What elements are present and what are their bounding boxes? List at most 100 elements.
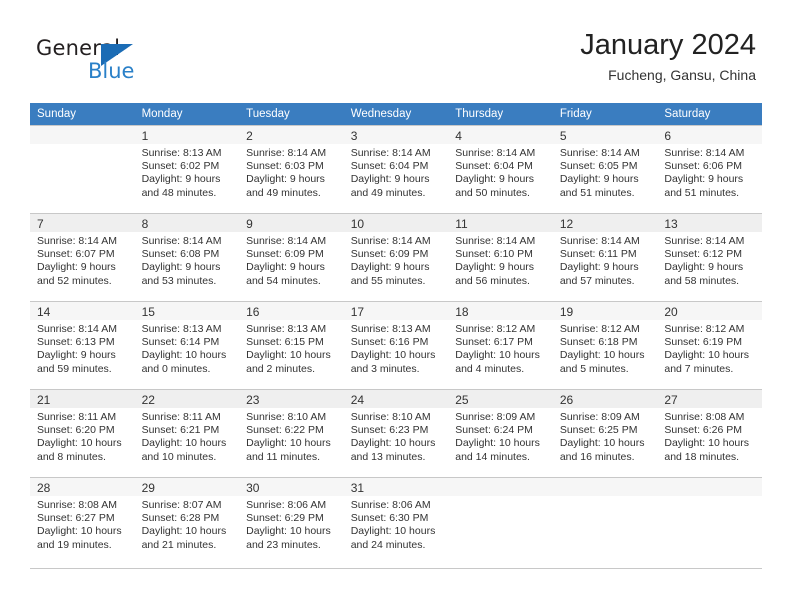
day-detail-line: Sunset: 6:16 PM bbox=[350, 336, 429, 349]
day-detail-line: and 49 minutes. bbox=[350, 186, 426, 199]
day-number-bar: 25 bbox=[448, 390, 553, 408]
day-number: 24 bbox=[350, 393, 365, 407]
day-number-bar: 22 bbox=[134, 390, 240, 408]
day-cell-13[interactable]: 13 Sunrise: 8:14 AM Sunset: 6:12 PM Dayligh… bbox=[657, 213, 762, 301]
calendar-cell bbox=[30, 125, 135, 213]
day-cell-11[interactable]: 11 Sunrise: 8:14 AM Sunset: 6:10 PM Dayligh… bbox=[448, 213, 553, 301]
day-number: 23 bbox=[246, 393, 260, 407]
day-cell-1[interactable]: 1 Sunrise: 8:13 AM Sunset: 6:02 PM Daylight… bbox=[134, 125, 240, 213]
day-cell-details: Sunrise: 8:14 AM Sunset: 6:07 PM Daylight:… bbox=[30, 232, 135, 288]
day-cell-4[interactable]: 4 Sunrise: 8:14 AM Sunset: 6:04 PM Daylight… bbox=[448, 125, 553, 213]
day-number: 19 bbox=[559, 305, 574, 319]
day-cell-details: Sunrise: 8:12 AM Sunset: 6:19 PM Daylight:… bbox=[657, 320, 762, 376]
day-detail-line: Sunset: 6:17 PM bbox=[455, 336, 533, 349]
day-detail-line: and 5 minutes. bbox=[559, 362, 629, 375]
day-cell-19[interactable]: 19 Sunrise: 8:12 AM Sunset: 6:18 PM Dayligh… bbox=[552, 301, 658, 389]
day-detail-line: Sunrise: 8:06 AM bbox=[350, 499, 431, 511]
day-cell-24[interactable]: 24 Sunrise: 8:10 AM Sunset: 6:23 PM Dayligh… bbox=[343, 389, 449, 477]
day-number: 29 bbox=[141, 481, 155, 495]
day-number-bar bbox=[552, 478, 658, 496]
day-detail-line: Daylight: 9 hours bbox=[246, 173, 325, 186]
calendar-cell: 5 Sunrise: 8:14 AM Sunset: 6:05 PM Daylight… bbox=[552, 125, 658, 213]
day-detail-line: Sunset: 6:30 PM bbox=[350, 512, 429, 525]
day-detail-line: Sunset: 6:10 PM bbox=[455, 248, 533, 261]
calendar-cell bbox=[552, 477, 658, 565]
day-cell-details: Sunrise: 8:10 AM Sunset: 6:22 PM Daylight:… bbox=[239, 408, 344, 464]
day-detail-line: Sunset: 6:02 PM bbox=[141, 160, 220, 173]
calendar-cell: 11 Sunrise: 8:14 AM Sunset: 6:10 PM Dayligh… bbox=[448, 213, 553, 301]
day-detail-line: Daylight: 10 hours bbox=[37, 525, 122, 538]
day-cell-16[interactable]: 16 Sunrise: 8:13 AM Sunset: 6:15 PM Dayligh… bbox=[239, 301, 344, 389]
day-cell-3[interactable]: 3 Sunrise: 8:14 AM Sunset: 6:04 PM Daylight… bbox=[343, 125, 449, 213]
calendar-cell: 2 Sunrise: 8:14 AM Sunset: 6:03 PM Daylight… bbox=[239, 125, 344, 213]
weekday-header-sunday: Sunday bbox=[30, 103, 135, 125]
calendar-cell: 24 Sunrise: 8:10 AM Sunset: 6:23 PM Dayligh… bbox=[343, 389, 449, 477]
calendar-cell: 25 Sunrise: 8:09 AM Sunset: 6:24 PM Dayligh… bbox=[448, 389, 553, 477]
page-title: January 2024 bbox=[580, 29, 756, 61]
calendar-cell: 31 Sunrise: 8:06 AM Sunset: 6:30 PM Dayligh… bbox=[343, 477, 449, 565]
day-cell-17[interactable]: 17 Sunrise: 8:13 AM Sunset: 6:16 PM Dayligh… bbox=[343, 301, 449, 389]
day-cell-details: Sunrise: 8:07 AM Sunset: 6:28 PM Daylight:… bbox=[135, 496, 240, 552]
day-cell-10[interactable]: 10 Sunrise: 8:14 AM Sunset: 6:09 PM Dayligh… bbox=[343, 213, 449, 301]
weekday-header-monday: Monday bbox=[134, 103, 240, 125]
day-detail-line: Sunrise: 8:12 AM bbox=[559, 323, 640, 335]
day-detail-line: Sunset: 6:25 PM bbox=[559, 424, 638, 437]
day-cell-empty bbox=[448, 477, 553, 565]
day-cell-29[interactable]: 29 Sunrise: 8:07 AM Sunset: 6:28 PM Dayligh… bbox=[134, 477, 240, 565]
day-detail-line: Daylight: 10 hours bbox=[246, 349, 331, 362]
day-detail-line: Sunrise: 8:14 AM bbox=[559, 235, 640, 247]
day-detail-line: and 2 minutes. bbox=[246, 362, 316, 375]
calendar-cell bbox=[448, 477, 553, 565]
day-cell-31[interactable]: 31 Sunrise: 8:06 AM Sunset: 6:30 PM Dayligh… bbox=[343, 477, 449, 565]
calendar-cell: 22 Sunrise: 8:11 AM Sunset: 6:21 PM Dayligh… bbox=[134, 389, 240, 477]
day-detail-line: Daylight: 9 hours bbox=[350, 173, 430, 186]
day-cell-18[interactable]: 18 Sunrise: 8:12 AM Sunset: 6:17 PM Dayligh… bbox=[448, 301, 553, 389]
day-detail-line: Daylight: 10 hours bbox=[455, 349, 540, 362]
day-cell-details: Sunrise: 8:12 AM Sunset: 6:17 PM Daylight:… bbox=[448, 320, 553, 376]
day-detail-line: and 49 minutes. bbox=[246, 186, 321, 199]
day-detail-line: Sunrise: 8:14 AM bbox=[350, 147, 431, 159]
calendar-cell: 23 Sunrise: 8:10 AM Sunset: 6:22 PM Dayligh… bbox=[239, 389, 344, 477]
day-number-bar: 20 bbox=[657, 302, 762, 320]
day-cell-20[interactable]: 20 Sunrise: 8:12 AM Sunset: 6:19 PM Dayligh… bbox=[657, 301, 762, 389]
day-detail-line: Sunrise: 8:14 AM bbox=[37, 323, 117, 335]
day-detail-line: Sunrise: 8:09 AM bbox=[455, 411, 536, 423]
day-detail-line: Daylight: 9 hours bbox=[37, 349, 116, 362]
calendar-cell: 27 Sunrise: 8:08 AM Sunset: 6:26 PM Dayligh… bbox=[657, 389, 762, 477]
day-cell-26[interactable]: 26 Sunrise: 8:09 AM Sunset: 6:25 PM Dayligh… bbox=[552, 389, 658, 477]
day-cell-9[interactable]: 9 Sunrise: 8:14 AM Sunset: 6:09 PM Daylight… bbox=[239, 213, 344, 301]
day-cell-25[interactable]: 25 Sunrise: 8:09 AM Sunset: 6:24 PM Dayligh… bbox=[448, 389, 553, 477]
logo-text-blue: Blue bbox=[88, 59, 135, 83]
calendar-cell: 8 Sunrise: 8:14 AM Sunset: 6:08 PM Daylight… bbox=[134, 213, 240, 301]
day-number: 2 bbox=[246, 129, 253, 143]
day-number-bar: 16 bbox=[239, 302, 344, 320]
day-cell-details: Sunrise: 8:14 AM Sunset: 6:06 PM Daylight:… bbox=[657, 144, 762, 200]
day-cell-7[interactable]: 7 Sunrise: 8:14 AM Sunset: 6:07 PM Daylight… bbox=[30, 213, 135, 301]
day-cell-23[interactable]: 23 Sunrise: 8:10 AM Sunset: 6:22 PM Dayligh… bbox=[239, 389, 344, 477]
day-cell-5[interactable]: 5 Sunrise: 8:14 AM Sunset: 6:05 PM Daylight… bbox=[552, 125, 658, 213]
day-cell-15[interactable]: 15 Sunrise: 8:13 AM Sunset: 6:14 PM Dayligh… bbox=[134, 301, 240, 389]
day-detail-line: Sunrise: 8:10 AM bbox=[350, 411, 431, 423]
general-blue-logo[interactable]: General Blue bbox=[36, 36, 156, 84]
day-cell-14[interactable]: 14 Sunrise: 8:14 AM Sunset: 6:13 PM Dayligh… bbox=[30, 301, 135, 389]
day-cell-details: Sunrise: 8:14 AM Sunset: 6:09 PM Daylight:… bbox=[239, 232, 344, 288]
calendar-week-row: 28 Sunrise: 8:08 AM Sunset: 6:27 PM Dayligh… bbox=[30, 477, 762, 565]
day-cell-6[interactable]: 6 Sunrise: 8:14 AM Sunset: 6:06 PM Daylight… bbox=[657, 125, 762, 213]
day-detail-line: Daylight: 10 hours bbox=[141, 349, 227, 362]
day-number-bar: 9 bbox=[239, 214, 344, 232]
day-number-bar: 28 bbox=[30, 478, 135, 496]
day-cell-8[interactable]: 8 Sunrise: 8:14 AM Sunset: 6:08 PM Daylight… bbox=[134, 213, 240, 301]
day-cell-21[interactable]: 21 Sunrise: 8:11 AM Sunset: 6:20 PM Dayligh… bbox=[30, 389, 135, 477]
calendar-cell: 30 Sunrise: 8:06 AM Sunset: 6:29 PM Dayligh… bbox=[239, 477, 344, 565]
day-cell-28[interactable]: 28 Sunrise: 8:08 AM Sunset: 6:27 PM Dayligh… bbox=[30, 477, 135, 565]
day-cell-27[interactable]: 27 Sunrise: 8:08 AM Sunset: 6:26 PM Dayligh… bbox=[657, 389, 762, 477]
day-cell-12[interactable]: 12 Sunrise: 8:14 AM Sunset: 6:11 PM Dayligh… bbox=[552, 213, 658, 301]
day-detail-line: and 24 minutes. bbox=[350, 538, 426, 551]
day-detail-line: Sunrise: 8:09 AM bbox=[559, 411, 640, 423]
day-number-bar: 10 bbox=[343, 214, 449, 232]
day-cell-details: Sunrise: 8:14 AM Sunset: 6:05 PM Daylight:… bbox=[553, 144, 658, 200]
day-cell-30[interactable]: 30 Sunrise: 8:06 AM Sunset: 6:29 PM Dayligh… bbox=[239, 477, 344, 565]
day-cell-22[interactable]: 22 Sunrise: 8:11 AM Sunset: 6:21 PM Dayligh… bbox=[134, 389, 240, 477]
day-cell-2[interactable]: 2 Sunrise: 8:14 AM Sunset: 6:03 PM Daylight… bbox=[239, 125, 344, 213]
weekday-header-tuesday: Tuesday bbox=[239, 103, 344, 125]
